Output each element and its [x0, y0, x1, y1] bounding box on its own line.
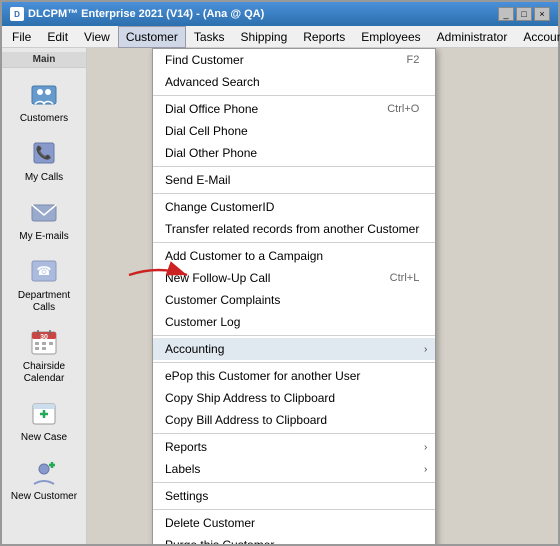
- menu-item-change-customerid[interactable]: Change CustomerID: [153, 196, 435, 218]
- sidebar-label-new-case: New Case: [21, 432, 67, 444]
- menu-accounting[interactable]: Accounting: [515, 26, 560, 48]
- customer-dropdown-menu: Find Customer F2 Advanced Search Dial Of…: [152, 48, 436, 544]
- menu-administrator[interactable]: Administrator: [429, 26, 516, 48]
- dept-calls-icon: ☎: [26, 253, 62, 289]
- menu-item-delete-customer[interactable]: Delete Customer: [153, 512, 435, 534]
- sidebar-item-new-case[interactable]: New Case: [5, 391, 83, 448]
- sidebar-label-my-emails: My E-mails: [19, 231, 68, 243]
- calls-icon: 📞: [26, 135, 62, 171]
- close-button[interactable]: ×: [534, 7, 550, 21]
- menu-bar: File Edit View Customer Tasks Shipping R…: [2, 26, 558, 48]
- svg-text:☎: ☎: [37, 264, 52, 278]
- sidebar-item-dept-calls[interactable]: ☎ Department Calls: [5, 249, 83, 318]
- sidebar-label-customers: Customers: [20, 113, 68, 125]
- menu-item-copy-ship[interactable]: Copy Ship Address to Clipboard: [153, 387, 435, 409]
- sidebar-item-my-calls[interactable]: 📞 My Calls: [5, 131, 83, 188]
- separator-1: [153, 95, 435, 96]
- separator-8: [153, 482, 435, 483]
- window-title: DLCPM™ Enterprise 2021 (V14) - (Ana @ QA…: [28, 8, 264, 20]
- title-bar-controls: _ □ ×: [498, 7, 550, 21]
- sidebar-label-new-customer: New Customer: [11, 491, 77, 503]
- menu-item-send-email[interactable]: Send E-Mail: [153, 169, 435, 191]
- menu-view[interactable]: View: [76, 26, 118, 48]
- separator-7: [153, 433, 435, 434]
- labels-submenu-arrow: ›: [424, 464, 427, 475]
- emails-icon: [26, 194, 62, 230]
- menu-item-copy-bill[interactable]: Copy Bill Address to Clipboard: [153, 409, 435, 431]
- sidebar-section-main: Main: [2, 52, 86, 68]
- menu-item-customer-log[interactable]: Customer Log: [153, 311, 435, 333]
- menu-item-advanced-search[interactable]: Advanced Search: [153, 71, 435, 93]
- sidebar-item-customers[interactable]: Customers: [5, 72, 83, 129]
- main-area: Find Customer F2 Advanced Search Dial Of…: [87, 48, 558, 544]
- app-icon: D: [10, 7, 24, 21]
- menu-reports[interactable]: Reports: [295, 26, 353, 48]
- separator-4: [153, 242, 435, 243]
- maximize-button[interactable]: □: [516, 7, 532, 21]
- menu-item-dial-office[interactable]: Dial Office Phone Ctrl+O: [153, 98, 435, 120]
- main-window: D DLCPM™ Enterprise 2021 (V14) - (Ana @ …: [0, 0, 560, 546]
- menu-item-labels[interactable]: Labels ›: [153, 458, 435, 480]
- chairside-icon: 30: [26, 324, 62, 360]
- sidebar-item-my-emails[interactable]: My E-mails: [5, 190, 83, 247]
- separator-6: [153, 362, 435, 363]
- menu-item-transfer-records[interactable]: Transfer related records from another Cu…: [153, 218, 435, 240]
- separator-9: [153, 509, 435, 510]
- menu-item-complaints[interactable]: Customer Complaints: [153, 289, 435, 311]
- menu-item-dial-other[interactable]: Dial Other Phone: [153, 142, 435, 164]
- menu-item-new-followup[interactable]: New Follow-Up Call Ctrl+L: [153, 267, 435, 289]
- svg-text:📞: 📞: [36, 144, 53, 160]
- menu-item-find-customer[interactable]: Find Customer F2: [153, 49, 435, 71]
- menu-employees[interactable]: Employees: [353, 26, 428, 48]
- menu-tasks[interactable]: Tasks: [186, 26, 233, 48]
- sidebar-label-dept-calls: Department Calls: [8, 290, 80, 314]
- new-case-icon: [26, 395, 62, 431]
- sidebar: Main Customers: [2, 48, 87, 544]
- content-area: Main Customers: [2, 48, 558, 544]
- menu-item-add-campaign[interactable]: Add Customer to a Campaign: [153, 245, 435, 267]
- separator-3: [153, 193, 435, 194]
- sidebar-label-chairside: Chairside Calendar: [8, 361, 80, 385]
- menu-item-purge-customer[interactable]: Purge this Customer: [153, 534, 435, 544]
- accounting-submenu-arrow: ›: [424, 344, 427, 355]
- title-bar-left: D DLCPM™ Enterprise 2021 (V14) - (Ana @ …: [10, 7, 264, 21]
- title-bar: D DLCPM™ Enterprise 2021 (V14) - (Ana @ …: [2, 2, 558, 26]
- new-customer-icon: [26, 454, 62, 490]
- menu-customer[interactable]: Customer: [118, 26, 186, 48]
- menu-item-reports[interactable]: Reports ›: [153, 436, 435, 458]
- separator-5: [153, 335, 435, 336]
- reports-submenu-arrow: ›: [424, 442, 427, 453]
- menu-edit[interactable]: Edit: [39, 26, 76, 48]
- menu-item-epop[interactable]: ePop this Customer for another User: [153, 365, 435, 387]
- separator-2: [153, 166, 435, 167]
- sidebar-item-new-customer[interactable]: New Customer: [5, 450, 83, 507]
- sidebar-item-chairside[interactable]: 30 Chairside Calendar: [5, 320, 83, 389]
- minimize-button[interactable]: _: [498, 7, 514, 21]
- customers-icon: [26, 76, 62, 112]
- menu-item-accounting[interactable]: Accounting ›: [153, 338, 435, 360]
- sidebar-label-my-calls: My Calls: [25, 172, 63, 184]
- menu-file[interactable]: File: [4, 26, 39, 48]
- svg-text:30: 30: [40, 334, 48, 341]
- menu-item-dial-cell[interactable]: Dial Cell Phone: [153, 120, 435, 142]
- menu-item-settings[interactable]: Settings: [153, 485, 435, 507]
- menu-shipping[interactable]: Shipping: [233, 26, 296, 48]
